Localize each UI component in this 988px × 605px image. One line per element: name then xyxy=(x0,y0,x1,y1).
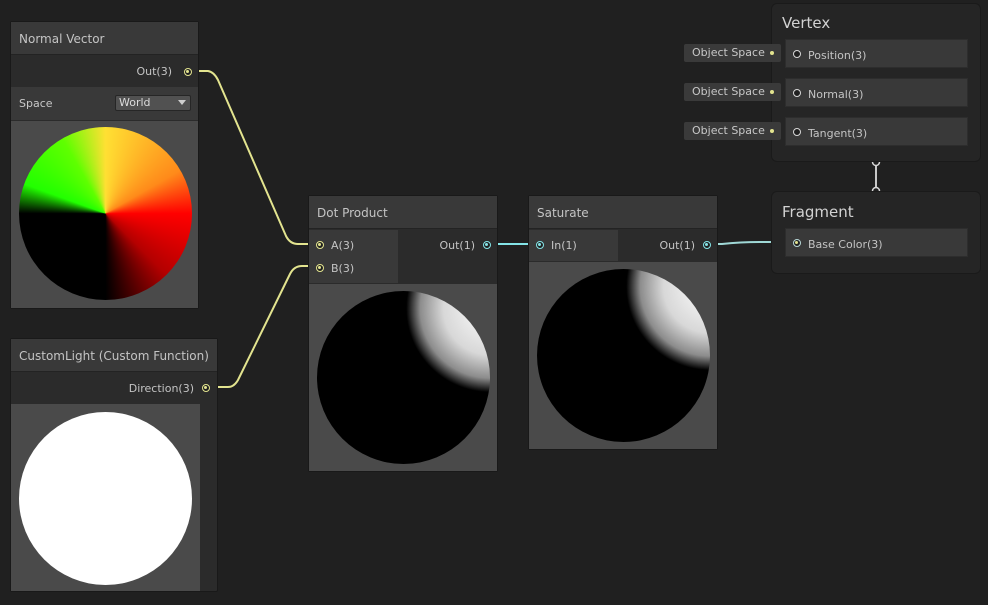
wire-normal-to-dot-a xyxy=(192,70,315,245)
input-port-a[interactable]: A(3) xyxy=(331,238,354,254)
output-port-dot[interactable] xyxy=(184,68,192,76)
node-preview xyxy=(11,121,198,308)
node-title: Saturate xyxy=(529,196,717,229)
space-dropdown[interactable]: World xyxy=(115,95,191,111)
output-port-direction[interactable]: Direction(3) xyxy=(129,381,194,397)
node-title: CustomLight (Custom Function) xyxy=(11,339,217,372)
pill-port-dot xyxy=(770,51,774,55)
output-port-out[interactable]: Out(3) xyxy=(136,64,172,80)
chevron-down-icon xyxy=(178,100,186,105)
dot-preview-sphere xyxy=(317,291,490,464)
pill-port-dot xyxy=(770,129,774,133)
normal-preview-sphere xyxy=(19,127,192,300)
fragment-block-base-color[interactable]: Base Color(3) xyxy=(785,228,968,257)
node-preview xyxy=(309,284,497,471)
block-label: Base Color(3) xyxy=(808,238,883,251)
node-normal-vector[interactable]: Normal Vector Out(3) Space World xyxy=(10,21,199,309)
vertex-block-normal[interactable]: Normal(3) xyxy=(785,78,968,107)
input-port-b[interactable]: B(3) xyxy=(331,261,354,277)
pill-label: Object Space xyxy=(692,124,765,137)
fragment-title: Fragment xyxy=(782,203,854,221)
block-label: Normal(3) xyxy=(808,88,864,101)
output-port-out[interactable]: Out(1) xyxy=(439,238,475,254)
output-port-dot[interactable] xyxy=(483,241,491,249)
output-port-out[interactable]: Out(1) xyxy=(659,238,695,254)
node-dot-product[interactable]: Dot Product A(3) B(3) Out(1) xyxy=(308,195,498,472)
normal-space-pill[interactable]: Object Space xyxy=(684,83,781,101)
block-port-dot[interactable] xyxy=(793,89,801,97)
space-control-row: Space World xyxy=(11,87,198,120)
space-dropdown-value: World xyxy=(119,96,151,109)
tangent-space-pill[interactable]: Object Space xyxy=(684,122,781,140)
vertex-block-tangent[interactable]: Tangent(3) xyxy=(785,117,968,146)
pill-port-dot xyxy=(770,90,774,94)
input-port-b-dot[interactable] xyxy=(316,264,324,272)
node-saturate[interactable]: Saturate In(1) Out(1) xyxy=(528,195,718,450)
input-port-in-dot[interactable] xyxy=(536,241,544,249)
block-port-dot[interactable] xyxy=(793,128,801,136)
input-port-in[interactable]: In(1) xyxy=(551,238,577,254)
block-port-dot[interactable] xyxy=(793,50,801,58)
space-label: Space xyxy=(19,97,53,110)
pill-label: Object Space xyxy=(692,85,765,98)
node-preview xyxy=(529,262,717,449)
position-space-pill[interactable]: Object Space xyxy=(684,44,781,62)
vertex-block-position[interactable]: Position(3) xyxy=(785,39,968,68)
vertex-title: Vertex xyxy=(782,14,831,32)
block-port-dot[interactable] xyxy=(793,239,801,247)
wire-light-to-dot-b xyxy=(210,265,315,388)
node-custom-light[interactable]: CustomLight (Custom Function) Direction(… xyxy=(10,338,218,592)
light-preview-sphere xyxy=(19,412,192,585)
input-port-a-dot[interactable] xyxy=(316,241,324,249)
vertex-context[interactable]: Vertex Position(3) Normal(3) Tangent(3) xyxy=(771,3,981,162)
fragment-context[interactable]: Fragment Base Color(3) xyxy=(771,191,981,274)
pill-label: Object Space xyxy=(692,46,765,59)
node-title: Dot Product xyxy=(309,196,497,229)
saturate-preview-sphere xyxy=(537,269,710,442)
node-preview xyxy=(11,404,200,591)
output-port-dot[interactable] xyxy=(703,241,711,249)
block-label: Position(3) xyxy=(808,49,867,62)
output-port-dot[interactable] xyxy=(202,384,210,392)
block-label: Tangent(3) xyxy=(808,127,868,140)
node-title: Normal Vector xyxy=(11,22,198,55)
